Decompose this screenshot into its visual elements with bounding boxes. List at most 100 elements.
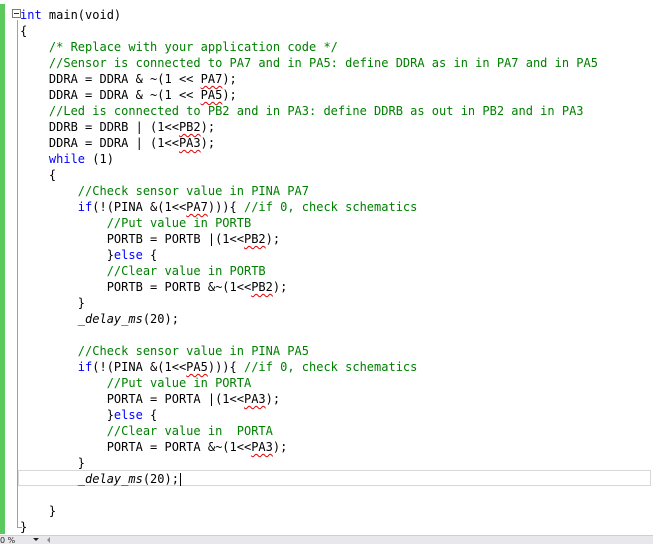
code-line[interactable]: int main(void) (20, 7, 650, 23)
code-token: { (142, 248, 158, 262)
code-token: //Clear value in PORTA (106, 424, 273, 438)
error-squiggle-token: PA5 (186, 360, 208, 374)
code-token: //if 0, check schematics (243, 360, 418, 374)
code-token: (1) (85, 152, 114, 166)
code-editor[interactable]: int main(void){ /* Replace with your app… (0, 0, 653, 535)
code-token: { (142, 408, 158, 422)
code-line[interactable]: //Sensor is connected to PA7 and in PA5:… (20, 55, 650, 71)
code-token: ); (265, 232, 281, 246)
code-line[interactable]: if(!(PINA &(1<<PA5))){ //if 0, check sch… (20, 359, 650, 375)
code-line[interactable]: { (20, 167, 650, 183)
code-token: //if 0, check schematics (243, 200, 418, 214)
code-line[interactable] (20, 487, 650, 503)
code-line[interactable]: DDRA = DDRA & ~(1 << PA5); (20, 87, 650, 103)
code-line[interactable]: //Led is connected to PB2 and in PA3: de… (20, 103, 650, 119)
code-token: PORTB = PORTB &~(1<< (20, 280, 252, 294)
code-token: (!(PINA &(1<< (92, 360, 187, 374)
code-token: PORTB = PORTB |(1<< (20, 232, 244, 246)
code-token: } (20, 296, 86, 310)
code-token: _delay_ms (77, 312, 143, 326)
code-line[interactable]: //Check sensor value in PINA PA5 (20, 343, 650, 359)
code-token: DDRA = DDRA & ~(1 << (20, 72, 201, 86)
code-token: } (20, 520, 28, 534)
code-token: ))){ (207, 360, 244, 374)
code-line[interactable]: PORTA = PORTA |(1<<PA3); (20, 391, 650, 407)
scroll-left-icon[interactable] (47, 537, 50, 543)
code-line[interactable]: DDRB = DDRB | (1<<PB2); (20, 119, 650, 135)
code-token: PORTA = PORTA |(1<< (20, 392, 244, 406)
code-token: //Sensor is connected to PA7 and in PA5:… (48, 56, 598, 70)
outline-line (17, 20, 18, 528)
code-token: /* Replace with your application code */ (48, 40, 338, 54)
code-line[interactable]: //Put value in PORTA (20, 375, 650, 391)
code-line[interactable]: }else { (20, 247, 650, 263)
error-squiggle-token: PB2 (243, 232, 266, 246)
code-line[interactable]: _delay_ms(20); (20, 471, 650, 487)
code-token: if (77, 200, 93, 214)
code-line[interactable]: { (20, 23, 650, 39)
code-line[interactable] (20, 327, 650, 343)
code-line[interactable]: } (20, 519, 650, 535)
code-line[interactable]: }else { (20, 407, 650, 423)
code-token: } (20, 408, 114, 422)
code-line[interactable]: DDRA = DDRA & ~(1 << PA7); (20, 71, 650, 87)
code-line[interactable]: } (20, 295, 650, 311)
code-token: { (20, 24, 28, 38)
code-line[interactable]: /* Replace with your application code */ (20, 39, 650, 55)
error-squiggle-token: PA3 (251, 440, 273, 454)
code-line[interactable]: //Clear value in PORTA (20, 423, 650, 439)
chevron-down-icon (33, 538, 39, 541)
code-token: while (48, 152, 86, 166)
code-token: } (20, 248, 114, 262)
code-line[interactable]: PORTB = PORTB &~(1<<PB2); (20, 279, 650, 295)
code-line[interactable]: PORTB = PORTB |(1<<PB2); (20, 231, 650, 247)
code-token: if (77, 360, 93, 374)
code-line[interactable]: } (20, 455, 650, 471)
code-lines[interactable]: int main(void){ /* Replace with your app… (20, 7, 650, 535)
code-token: ); (222, 88, 237, 102)
code-token: //Put value in PORTA (106, 376, 252, 390)
code-token: } (20, 504, 57, 518)
error-squiggle-token: PA3 (243, 392, 266, 406)
code-token: int (20, 8, 42, 22)
error-squiggle-token: PA7 (186, 200, 208, 214)
error-squiggle-token: PA5 (200, 88, 223, 102)
code-line[interactable]: } (20, 503, 650, 519)
code-line[interactable]: //Clear value in PORTB (20, 263, 650, 279)
outlining-margin (5, 0, 22, 535)
code-line[interactable]: _delay_ms(20); (20, 311, 650, 327)
code-line[interactable]: PORTA = PORTA &~(1<<PA3); (20, 439, 650, 455)
code-line[interactable]: //Put value in PORTB (20, 215, 650, 231)
code-token: //Check sensor value in PINA PA5 (77, 344, 309, 358)
code-token: main(void) (41, 8, 122, 22)
code-token: //Clear value in PORTB (106, 264, 266, 278)
code-line[interactable]: //Check sensor value in PINA PA7 (20, 183, 650, 199)
code-token: else (113, 408, 143, 422)
error-squiggle-token: PA7 (200, 72, 223, 86)
code-token: } (20, 456, 86, 470)
code-token: DDRA = DDRA & ~(1 << (20, 88, 201, 102)
code-line[interactable]: DDRA = DDRA | (1<<PA3); (20, 135, 650, 151)
code-token: //Led is connected to PB2 and in PA3: de… (48, 104, 584, 118)
code-line[interactable]: if(!(PINA &(1<<PA7))){ //if 0, check sch… (20, 199, 650, 215)
code-token: PORTA = PORTA &~(1<< (20, 440, 252, 454)
code-token: (20); (142, 472, 179, 486)
code-token: else (113, 248, 143, 262)
code-line[interactable]: while (1) (20, 151, 650, 167)
code-token: _delay_ms (77, 472, 143, 486)
editor-bottom-bar: 0 % (0, 535, 653, 545)
code-token: (20); (142, 312, 179, 326)
